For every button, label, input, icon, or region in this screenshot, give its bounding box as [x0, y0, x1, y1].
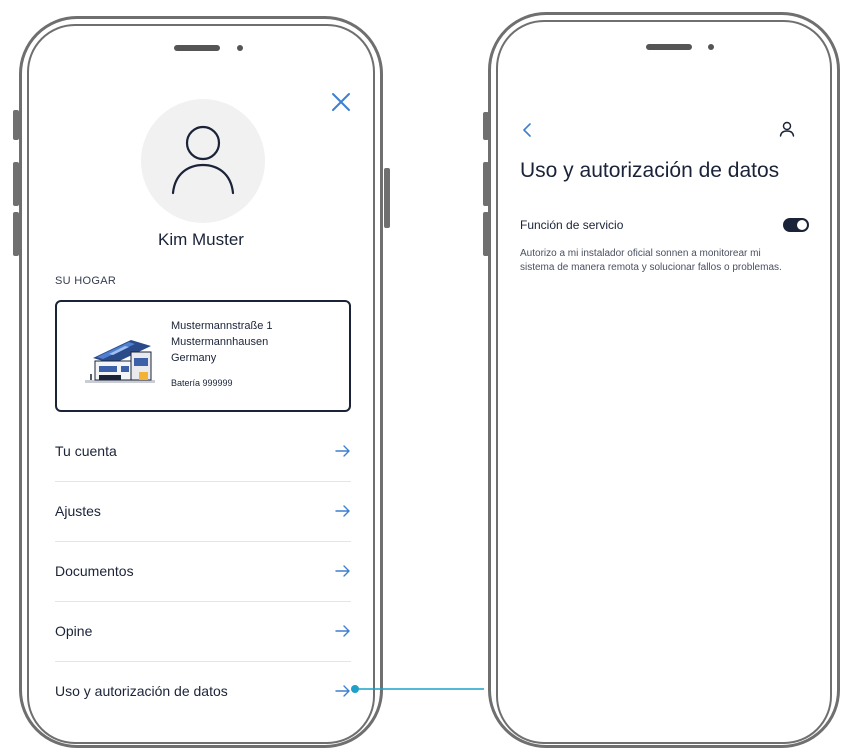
home-battery-id: Batería 999999 — [171, 378, 233, 388]
user-name: Kim Muster — [158, 230, 244, 249]
arrow-right-icon — [335, 445, 350, 457]
menu-item-label: Ajustes — [55, 503, 101, 519]
home-address-line3: Germany — [171, 352, 217, 364]
back-chevron-icon — [523, 123, 531, 137]
profile-button[interactable] — [778, 120, 796, 138]
menu-item-feedback[interactable]: Opine — [55, 602, 351, 662]
arrow-right-icon — [335, 565, 350, 577]
camera — [237, 45, 243, 51]
setting-label: Función de servicio — [520, 218, 624, 232]
arrow-right-icon — [335, 685, 350, 697]
right-phone-side-button — [483, 212, 489, 256]
house-illustration — [85, 340, 155, 383]
speaker — [646, 44, 692, 50]
left-phone-screen: Kim Muster SU HOGAR Mustermannstraße 1 M… — [27, 24, 375, 744]
menu-item-data-authorization[interactable]: Uso y autorización de datos — [55, 662, 351, 722]
left-phone-side-button — [13, 110, 19, 140]
page-title: Uso y autorización de datos — [520, 159, 780, 182]
menu-item-label: Opine — [55, 623, 93, 639]
menu-item-documents[interactable]: Documentos — [55, 542, 351, 602]
camera — [708, 44, 714, 50]
setting-description: Autorizo a mi instalador oficial sonnen … — [520, 248, 782, 273]
left-phone-side-button — [13, 212, 19, 256]
menu-item-label: Documentos — [55, 563, 134, 579]
right-phone-side-button — [483, 112, 489, 140]
home-card[interactable]: Mustermannstraße 1 Mustermannhausen Germ… — [55, 300, 351, 412]
right-phone-side-button — [483, 162, 489, 206]
person-icon — [171, 125, 235, 195]
profile-icon — [779, 121, 795, 137]
section-label-home: SU HOGAR — [55, 275, 117, 287]
home-address-line1: Mustermannstraße 1 — [171, 320, 273, 332]
menu-item-settings[interactable]: Ajustes — [55, 482, 351, 542]
avatar — [141, 99, 265, 223]
arrow-right-icon — [335, 505, 350, 517]
service-toggle[interactable] — [783, 218, 809, 232]
close-button[interactable] — [329, 90, 353, 114]
toggle-knob — [797, 220, 807, 230]
home-address-line2: Mustermannhausen — [171, 336, 269, 348]
arrow-right-icon — [335, 625, 350, 637]
menu-item-account[interactable]: Tu cuenta — [55, 422, 351, 482]
menu-item-label: Tu cuenta — [55, 443, 117, 459]
back-button[interactable] — [520, 122, 534, 138]
left-phone-power-button — [384, 168, 390, 228]
speaker — [174, 45, 220, 51]
menu-item-label: Uso y autorización de datos — [55, 683, 228, 699]
right-phone-screen: Uso y autorización de datos Función de s… — [496, 20, 832, 744]
left-phone-side-button — [13, 162, 19, 206]
close-icon — [332, 93, 350, 111]
